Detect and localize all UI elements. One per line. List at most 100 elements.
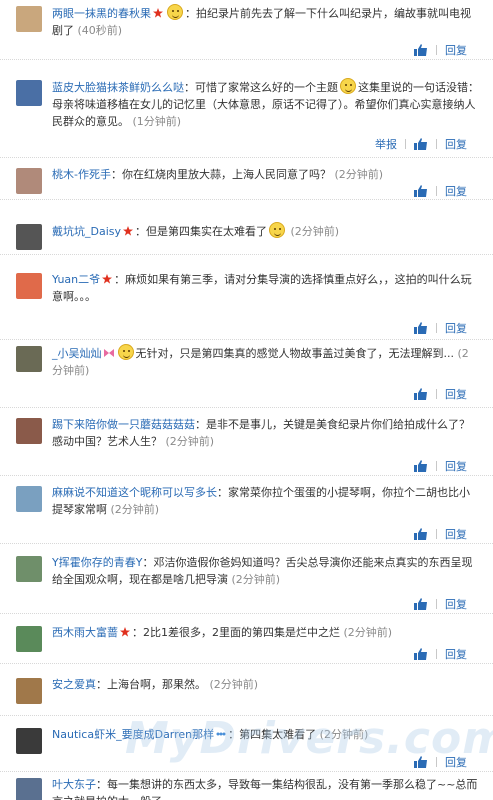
timestamp: (2分钟前) (209, 678, 259, 691)
comment-item: 踢下来陪你做一只蘑菇菇菇菇：是非不是事儿，关键是美食纪录片你们给拍成什么了？感动… (0, 408, 493, 476)
comment-item: 叶大东子：每一集想讲的东西太多，导致每一集结构很乱，没有第一季那么稳了~~总而言… (0, 772, 493, 800)
username-link[interactable]: 安之爱真 (52, 678, 96, 691)
username-link[interactable]: 桃木-作死手 (52, 168, 111, 181)
star-icon (120, 627, 130, 637)
avatar[interactable] (16, 224, 42, 250)
thumbs-up-icon[interactable] (414, 138, 428, 150)
username-link[interactable]: 蓝皮大脸猫抹茶鲜奶么么哒 (52, 81, 184, 94)
avatar[interactable] (16, 556, 42, 582)
timestamp: (1分钟前) (132, 115, 182, 128)
avatar[interactable] (16, 6, 42, 32)
divider (436, 529, 437, 539)
thumbs-up-icon[interactable] (414, 460, 428, 472)
avatar[interactable] (16, 626, 42, 652)
comment-actions: 回复 (414, 183, 467, 199)
avatar[interactable] (16, 168, 42, 194)
reply-link[interactable]: 回复 (445, 42, 467, 58)
avatar[interactable] (16, 273, 42, 299)
username-link[interactable]: Nautica虾米_要度成Darren那样 (52, 728, 214, 741)
username-link[interactable]: 踢下来陪你做一只蘑菇菇菇菇 (52, 418, 195, 431)
reply-link[interactable]: 回复 (445, 526, 467, 542)
divider (436, 139, 437, 149)
reply-link[interactable]: 回复 (445, 596, 467, 612)
comment-body: ：你在红烧肉里放大蒜，上海人民同意了吗？ (110, 168, 331, 181)
reply-link[interactable]: 回复 (445, 646, 467, 662)
comment-item: 戴坑坑_Daisy ：但是第四集实在太难看了 (2分钟前) (0, 200, 493, 255)
dots-icon (216, 732, 226, 736)
divider (436, 45, 437, 55)
divider (436, 186, 437, 196)
comment-text-block: 叶大东子：每一集想讲的东西太多，导致每一集结构很乱，没有第一季那么稳了~~总而言… (52, 776, 479, 800)
username-link[interactable]: 叶大东子 (52, 778, 96, 791)
comment-text-block: 西木雨大富蔷 ：2比1差很多，2里面的第四集是烂中之烂 (2分钟前) (52, 624, 479, 641)
timestamp: (2分钟前) (290, 225, 340, 238)
username-link[interactable]: Y挥霍你存的青春Y (52, 556, 142, 569)
username-link[interactable]: 两眼一抹黑的春秋果 (52, 7, 151, 20)
comment-body: ：麻烦如果有第三季，请对分集导演的选择慎重点好么，，这拍的叫什么玩意啊。。。 (52, 273, 472, 303)
avatar[interactable] (16, 678, 42, 704)
reply-link[interactable]: 回复 (445, 183, 467, 199)
thumbs-up-icon[interactable] (414, 756, 428, 768)
thumbs-up-icon[interactable] (414, 185, 428, 197)
thumbs-up-icon[interactable] (414, 528, 428, 540)
reply-link[interactable]: 回复 (445, 754, 467, 770)
comment-text-block: 蓝皮大脸猫抹茶鲜奶么么哒：可惜了家常这么好的一个主题 这集里说的一句话没错：母亲将… (52, 78, 479, 130)
reply-link[interactable]: 回复 (445, 320, 467, 336)
comment-text-block: 踢下来陪你做一只蘑菇菇菇菇：是非不是事儿，关键是美食纪录片你们给拍成什么了？感动… (52, 416, 479, 450)
comment-text-block: 桃木-作死手：你在红烧肉里放大蒜，上海人民同意了吗？ (2分钟前) (52, 166, 479, 183)
divider (436, 323, 437, 333)
reply-link[interactable]: 回复 (445, 136, 467, 152)
comment-actions: 举报 回复 (375, 136, 467, 152)
username-link[interactable]: 戴坑坑_Daisy (52, 225, 121, 238)
smiley-emoji-icon (167, 4, 183, 20)
divider (405, 139, 406, 149)
comment-text-block: 两眼一抹黑的春秋果 ：拍纪录片前先去了解一下什么叫纪录片，编故事就叫电视剧了 (4… (52, 4, 479, 39)
comment-item: 西木雨大富蔷 ：2比1差很多，2里面的第四集是烂中之烂 (2分钟前) 回复 (0, 614, 493, 664)
comment-actions: 回复 (414, 42, 467, 58)
timestamp: (2分钟前) (231, 573, 281, 586)
star-icon (102, 274, 113, 284)
timestamp: (2分钟前) (343, 626, 393, 639)
comment-actions: 回复 (414, 458, 467, 474)
comment-item: 蓝皮大脸猫抹茶鲜奶么么哒：可惜了家常这么好的一个主题 这集里说的一句话没错：母亲将… (0, 60, 493, 158)
bow-icon (103, 349, 114, 357)
comment-text-block: Yuan二爷 ：麻烦如果有第三季，请对分集导演的选择慎重点好么，，这拍的叫什么玩意… (52, 271, 479, 305)
timestamp: (2分钟前) (334, 168, 384, 181)
smiley-emoji-icon (340, 78, 356, 94)
thumbs-up-icon[interactable] (414, 44, 428, 56)
avatar[interactable] (16, 486, 42, 512)
comment-text-block: Nautica虾米_要度成Darren那样 ：第四集太难看了 (2分钟前) (52, 726, 479, 743)
comment-text-block: _小吴灿灿 无针对，只是第四集真的感觉人物故事盖过美食了，无法理解到... (2分… (52, 344, 479, 379)
divider (436, 461, 437, 471)
avatar[interactable] (16, 418, 42, 444)
username-link[interactable]: 西木雨大富蔷 (52, 626, 118, 639)
avatar[interactable] (16, 346, 42, 372)
thumbs-up-icon[interactable] (414, 598, 428, 610)
avatar[interactable] (16, 728, 42, 754)
report-link[interactable]: 举报 (375, 136, 397, 152)
comment-item: _小吴灿灿 无针对，只是第四集真的感觉人物故事盖过美食了，无法理解到... (2分… (0, 340, 493, 408)
username-link[interactable]: _小吴灿灿 (52, 347, 102, 360)
username-link[interactable]: Yuan二爷 (52, 273, 100, 286)
avatar[interactable] (16, 778, 42, 800)
avatar[interactable] (16, 80, 42, 106)
divider (436, 599, 437, 609)
comment-item: 麻麻说不知道这个昵称可以写多长：家常菜你拉个蛋蛋的小提琴啊，你拉个二胡也比小提琴… (0, 476, 493, 544)
comment-body: ：第四集太难看了 (228, 728, 317, 741)
thumbs-up-icon[interactable] (414, 648, 428, 660)
comment-actions: 回复 (414, 596, 467, 612)
comment-actions: 回复 (414, 526, 467, 542)
username-link[interactable]: 麻麻说不知道这个昵称可以写多长 (52, 486, 217, 499)
comment-body: ：上海台啊，那果然。 (96, 678, 206, 691)
comment-body: ：但是第四集实在太难看了 (135, 225, 268, 238)
divider (436, 757, 437, 767)
thumbs-up-icon[interactable] (414, 388, 428, 400)
reply-link[interactable]: 回复 (445, 458, 467, 474)
timestamp: (2分钟前) (319, 728, 369, 741)
thumbs-up-icon[interactable] (414, 322, 428, 334)
comment-body: 无针对，只是第四集真的感觉人物故事盖过美食了，无法理解到... (135, 347, 455, 360)
reply-link[interactable]: 回复 (445, 386, 467, 402)
smiley-emoji-icon (269, 222, 286, 238)
comment-item: 桃木-作死手：你在红烧肉里放大蒜，上海人民同意了吗？ (2分钟前) 回复 (0, 158, 493, 200)
comment-actions: 回复 (414, 646, 467, 662)
